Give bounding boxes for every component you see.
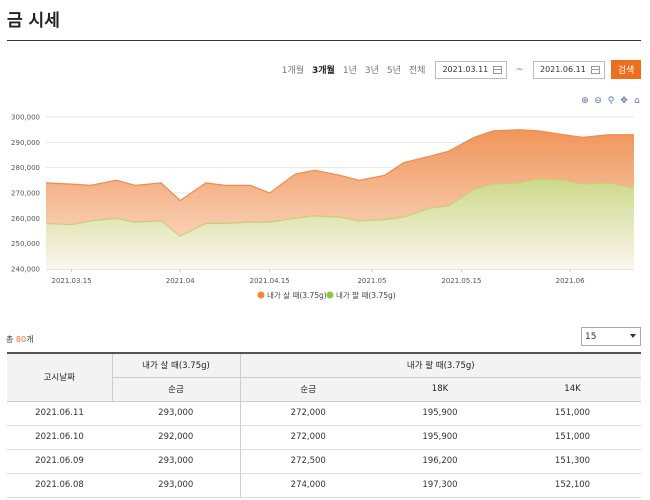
price-table: 고시날짜 내가 살 때(3.75g) 내가 팔 때(3.75g) 순금 순금 1… bbox=[7, 352, 641, 498]
y-tick-label: 240,000 bbox=[11, 266, 40, 274]
cell-date: 2021.06.11 bbox=[7, 401, 112, 426]
cell-sell-pure: 274,000 bbox=[240, 473, 376, 498]
calendar-icon[interactable] bbox=[493, 65, 503, 74]
cell-sell-pure: 272,000 bbox=[240, 425, 376, 450]
title-divider bbox=[7, 40, 641, 41]
end-date-input[interactable]: 2021.06.11 bbox=[533, 60, 605, 79]
cell-18k: 195,900 bbox=[376, 401, 504, 426]
cell-18k: 195,900 bbox=[376, 425, 504, 450]
header-sell-pure: 순금 bbox=[240, 377, 376, 402]
header-14k: 14K bbox=[504, 377, 641, 402]
cell-date: 2021.06.09 bbox=[7, 449, 112, 474]
cell-date: 2021.06.10 bbox=[7, 425, 112, 450]
date-range-separator: ~ bbox=[515, 64, 523, 75]
period-3m[interactable]: 3개월 bbox=[312, 63, 335, 76]
table-row: 2021.06.10 292,000 272,000 195,900 151,0… bbox=[7, 425, 641, 450]
page-size-value: 15 bbox=[585, 331, 597, 342]
legend-buy-label[interactable]: 내가 살 때(3.75g) bbox=[267, 290, 327, 300]
cell-sell-pure: 272,500 bbox=[240, 449, 376, 474]
header-buy-pure: 순금 bbox=[112, 377, 241, 402]
page-size-select[interactable]: 15 bbox=[581, 327, 641, 346]
y-tick-label: 250,000 bbox=[11, 240, 40, 248]
legend-buy-marker bbox=[257, 291, 265, 299]
y-tick-label: 280,000 bbox=[11, 164, 40, 172]
header-18k: 18K bbox=[376, 377, 504, 402]
cell-18k: 197,300 bbox=[376, 473, 504, 498]
header-date: 고시날짜 bbox=[7, 352, 113, 402]
total-count-value: 80 bbox=[15, 335, 27, 344]
page-title: 금 시세 bbox=[7, 11, 60, 31]
search-button[interactable]: 검색 bbox=[611, 60, 641, 79]
table-row: 2021.06.09 293,000 272,500 196,200 151,3… bbox=[7, 449, 641, 474]
table-row: 2021.06.08 293,000 274,000 197,300 152,1… bbox=[7, 473, 641, 498]
period-1y[interactable]: 1년 bbox=[343, 63, 357, 76]
cell-14k: 151,000 bbox=[504, 425, 641, 450]
total-prefix: 총 bbox=[6, 335, 16, 344]
y-tick-label: 260,000 bbox=[11, 215, 40, 223]
legend-sell-label[interactable]: 내가 팔 때(3.75g) bbox=[336, 290, 396, 300]
x-tick-label: 2021.04.15 bbox=[250, 277, 290, 285]
cell-buy-pure: 292,000 bbox=[112, 425, 241, 450]
cell-sell-pure: 272,000 bbox=[240, 401, 376, 426]
end-date-value: 2021.06.11 bbox=[540, 65, 586, 74]
period-3y[interactable]: 3년 bbox=[365, 63, 379, 76]
y-tick-label: 290,000 bbox=[11, 139, 40, 147]
period-1m[interactable]: 1개월 bbox=[282, 63, 304, 76]
calendar-icon[interactable] bbox=[591, 65, 600, 74]
cell-18k: 196,200 bbox=[376, 449, 504, 474]
gold-price-chart: 300,000 290,000 280,000 270,000 260,000 250,0… bbox=[11, 114, 635, 300]
x-tick-label: 2021.05.15 bbox=[441, 277, 481, 285]
cell-date: 2021.06.08 bbox=[7, 473, 112, 498]
start-date-value: 2021.03.11 bbox=[442, 65, 489, 74]
chevron-down-icon bbox=[630, 334, 636, 338]
period-all[interactable]: 전체 bbox=[409, 63, 426, 76]
cell-14k: 151,000 bbox=[504, 401, 641, 426]
period-5y[interactable]: 5년 bbox=[387, 63, 401, 76]
total-count: 총 80개 bbox=[6, 334, 33, 345]
x-tick-label: 2021.06 bbox=[556, 277, 585, 285]
cell-buy-pure: 293,000 bbox=[112, 473, 241, 498]
cell-14k: 152,100 bbox=[504, 473, 641, 498]
cell-buy-pure: 293,000 bbox=[112, 401, 241, 426]
x-tick-label: 2021.05 bbox=[357, 277, 386, 285]
cell-14k: 151,300 bbox=[504, 449, 641, 474]
cell-buy-pure: 293,000 bbox=[112, 449, 241, 474]
header-sell-group: 내가 팔 때(3.75g) bbox=[240, 352, 641, 378]
y-tick-label: 270,000 bbox=[11, 190, 40, 198]
legend-sell-marker bbox=[326, 291, 334, 299]
x-tick-label: 2021.03.15 bbox=[52, 277, 92, 285]
start-date-input[interactable]: 2021.03.11 bbox=[435, 60, 508, 79]
period-filter-bar: 1개월 3개월 1년 3년 5년 전체 2021.03.11 ~ 2021.06… bbox=[274, 60, 641, 79]
header-buy-group: 내가 살 때(3.75g) bbox=[112, 352, 241, 378]
table-row: 2021.06.11 293,000 272,000 195,900 151,0… bbox=[7, 401, 641, 426]
x-tick-label: 2021.04 bbox=[166, 277, 195, 285]
y-tick-label: 300,000 bbox=[11, 114, 40, 122]
total-suffix: 개 bbox=[26, 335, 34, 344]
